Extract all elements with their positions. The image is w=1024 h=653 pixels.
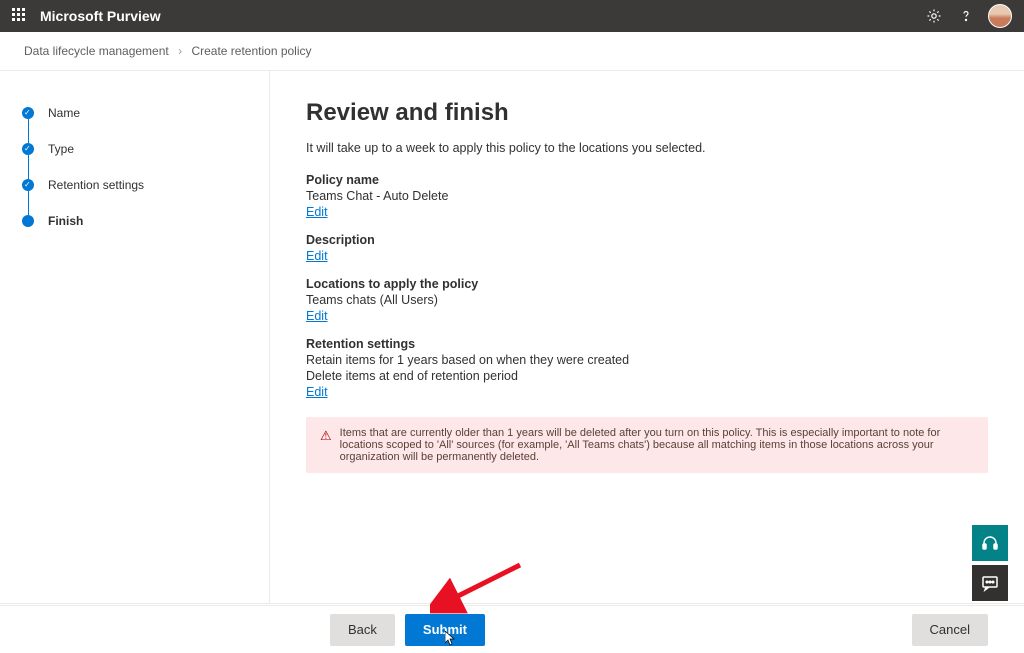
edit-retention[interactable]: Edit xyxy=(306,385,328,399)
policy-name-value: Teams Chat - Auto Delete xyxy=(306,189,988,203)
edit-locations[interactable]: Edit xyxy=(306,309,328,323)
policy-name-label: Policy name xyxy=(306,173,988,187)
locations-value: Teams chats (All Users) xyxy=(306,293,988,307)
app-title: Microsoft Purview xyxy=(40,8,161,24)
main-panel: Review and finish It will take up to a w… xyxy=(270,71,1024,603)
topbar: Microsoft Purview xyxy=(0,0,1024,32)
step-finish[interactable]: Finish xyxy=(20,215,249,227)
help-icon[interactable] xyxy=(956,6,976,26)
retention-label: Retention settings xyxy=(306,337,988,351)
footer-bar: Back Submit Cancel xyxy=(0,605,1024,653)
page-title: Review and finish xyxy=(306,99,988,127)
back-button[interactable]: Back xyxy=(330,614,395,646)
page-subtext: It will take up to a week to apply this … xyxy=(306,141,988,155)
description-label: Description xyxy=(306,233,988,247)
edit-description[interactable]: Edit xyxy=(306,249,328,263)
retention-value-1: Retain items for 1 years based on when t… xyxy=(306,353,988,367)
step-name[interactable]: Name xyxy=(20,107,249,143)
step-type[interactable]: Type xyxy=(20,143,249,179)
breadcrumb-current: Create retention policy xyxy=(191,44,311,58)
breadcrumb-root[interactable]: Data lifecycle management xyxy=(24,44,169,58)
check-icon xyxy=(22,179,34,191)
settings-icon[interactable] xyxy=(924,6,944,26)
step-retention[interactable]: Retention settings xyxy=(20,179,249,215)
edit-policy-name[interactable]: Edit xyxy=(306,205,328,219)
user-avatar[interactable] xyxy=(988,4,1012,28)
feedback-icon[interactable] xyxy=(972,565,1008,601)
check-icon xyxy=(22,107,34,119)
check-icon xyxy=(22,143,34,155)
app-launcher-icon[interactable] xyxy=(12,8,28,24)
locations-label: Locations to apply the policy xyxy=(306,277,988,291)
submit-button[interactable]: Submit xyxy=(405,614,485,646)
cancel-button[interactable]: Cancel xyxy=(912,614,988,646)
warning-icon: ⚠ xyxy=(320,428,332,444)
current-step-icon xyxy=(22,215,34,227)
warning-banner: ⚠ Items that are currently older than 1 … xyxy=(306,417,988,473)
warning-text: Items that are currently older than 1 ye… xyxy=(340,427,974,463)
headset-icon[interactable] xyxy=(972,525,1008,561)
breadcrumb: Data lifecycle management › Create reten… xyxy=(0,32,1024,71)
retention-value-2: Delete items at end of retention period xyxy=(306,369,988,383)
wizard-steps: Name Type Retention settings Finish xyxy=(0,71,270,603)
side-buttons xyxy=(972,525,1008,601)
